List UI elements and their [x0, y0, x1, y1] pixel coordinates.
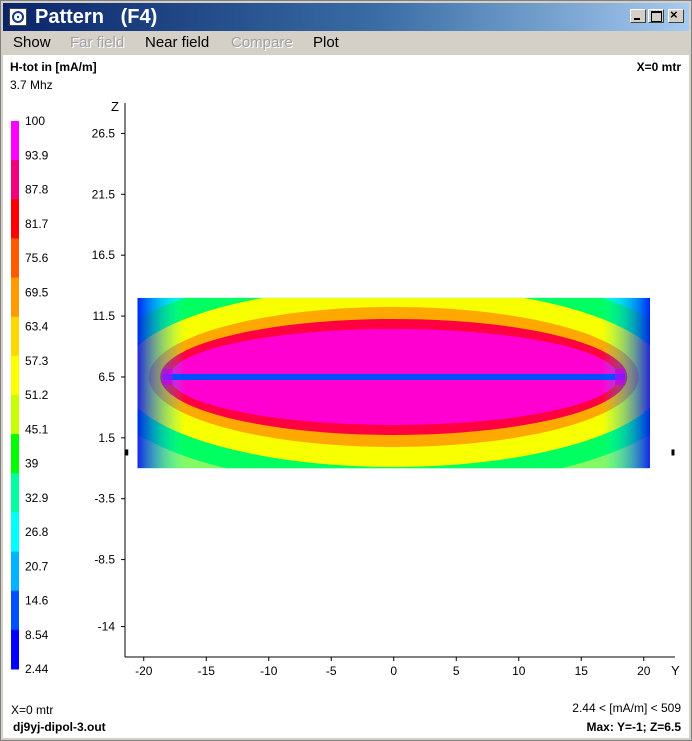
- y-axis-label: Y: [671, 663, 680, 678]
- z-tick-label: 26.5: [92, 126, 116, 140]
- footer-file: dj9yj-dipol-3.out: [13, 720, 106, 734]
- legend-value: 69.5: [25, 285, 49, 299]
- menu-plot[interactable]: Plot: [313, 34, 339, 51]
- near-field-chart: Z Y 26.5 21.5 16.5 11.5 6.5 1.5 -3.5 -8.5 -14 -20 -1…: [11, 99, 680, 678]
- menu-far-field[interactable]: Far field: [70, 34, 124, 51]
- z-tick-label: -3.5: [94, 492, 115, 506]
- legend-value: 100: [25, 114, 45, 128]
- antenna-wire: [162, 373, 625, 380]
- legend-value: 81.7: [25, 217, 49, 231]
- z-tick-label: 1.5: [98, 431, 115, 445]
- y-tick-label: 15: [575, 664, 589, 678]
- pattern-window: Pattern (F4) × Show Far field Near field…: [0, 0, 692, 741]
- legend-swatch: [11, 238, 19, 279]
- legend-value: 8.54: [25, 628, 49, 642]
- legend-swatch: [11, 629, 19, 670]
- close-button[interactable]: ×: [668, 7, 684, 23]
- field-heatmap: [137, 297, 650, 469]
- field-right-edge: [602, 297, 650, 469]
- menu-compare[interactable]: Compare: [231, 34, 293, 51]
- z-tick-label: -14: [98, 620, 116, 634]
- y-tick-label: 5: [453, 664, 460, 678]
- legend-value: 14.6: [25, 594, 49, 608]
- legend-value: 20.7: [25, 559, 49, 573]
- left-marker: [125, 449, 129, 456]
- y-tick-label: 20: [637, 664, 651, 678]
- minimize-button[interactable]: [630, 9, 646, 23]
- title-bar[interactable]: Pattern (F4) ×: [3, 3, 689, 31]
- close-icon: ×: [670, 7, 678, 22]
- legend-swatch: [11, 316, 19, 357]
- legend-swatch: [11, 395, 19, 435]
- legend-value: 2.44: [25, 662, 49, 676]
- legend-swatch: [11, 121, 19, 161]
- footer-range: 2.44 < [mA/m] < 509: [572, 701, 681, 715]
- y-tick-label: -15: [198, 664, 216, 678]
- right-marker: [671, 449, 675, 456]
- legend-value: 32.9: [25, 491, 49, 505]
- maximize-button[interactable]: [648, 9, 664, 23]
- menu-bar: Show Far field Near field Compare Plot: [3, 32, 689, 54]
- legend-swatch: [11, 199, 19, 239]
- legend-swatch: [11, 160, 19, 200]
- legend-value: 39: [25, 457, 39, 471]
- antenna-right-end: [615, 368, 625, 385]
- legend-value: 51.2: [25, 388, 49, 402]
- legend-swatch: [11, 355, 19, 396]
- legend-value: 26.8: [25, 525, 49, 539]
- legend-value: 75.6: [25, 251, 49, 265]
- y-tick-label: 0: [390, 664, 397, 678]
- z-tick-label: 21.5: [92, 187, 116, 201]
- footer-slice: X=0 mtr: [11, 703, 54, 717]
- z-axis-label: Z: [111, 99, 119, 114]
- y-tick-label: -10: [260, 664, 278, 678]
- antenna-left-end: [162, 368, 173, 385]
- legend-value: 93.9: [25, 148, 49, 162]
- field-left-edge: [137, 297, 186, 469]
- menu-show[interactable]: Show: [13, 34, 51, 51]
- legend-value: 45.1: [25, 422, 49, 436]
- footer-max: Max: Y=-1; Z=6.5: [586, 720, 682, 734]
- z-tick-label: 11.5: [93, 309, 116, 323]
- legend-swatch: [11, 590, 19, 631]
- y-tick-label: 10: [512, 664, 526, 678]
- legend-swatch: [11, 277, 19, 318]
- slice-label: X=0 mtr: [636, 60, 681, 74]
- minimize-icon: [634, 18, 640, 20]
- legend-swatch: [11, 434, 19, 474]
- y-tick-label: -20: [135, 664, 153, 678]
- legend-value: 57.3: [25, 354, 49, 368]
- legend-swatch: [11, 512, 19, 553]
- legend-value: 63.4: [25, 320, 49, 334]
- legend-swatch: [11, 551, 19, 592]
- maximize-icon: [651, 11, 662, 22]
- window-title: Pattern (F4): [35, 6, 158, 28]
- z-tick-label: 6.5: [98, 370, 115, 384]
- y-tick-label: -5: [326, 664, 337, 678]
- app-icon[interactable]: [9, 8, 27, 26]
- color-legend: 100 93.9 87.8 81.7 75.6 69.5 63.4 57.3 51.2 45.1 3…: [11, 114, 49, 676]
- legend-swatch: [11, 473, 19, 513]
- legend-value: 87.8: [25, 183, 49, 197]
- menu-near-field[interactable]: Near field: [145, 34, 209, 51]
- z-tick-label: 16.5: [92, 248, 116, 262]
- z-tick-label: -8.5: [94, 553, 115, 567]
- plot-area: H-tot in [mA/m] 3.7 Mhz X=0 mtr Z Y 26.5…: [3, 55, 689, 738]
- quantity-label: H-tot in [mA/m]: [10, 60, 97, 74]
